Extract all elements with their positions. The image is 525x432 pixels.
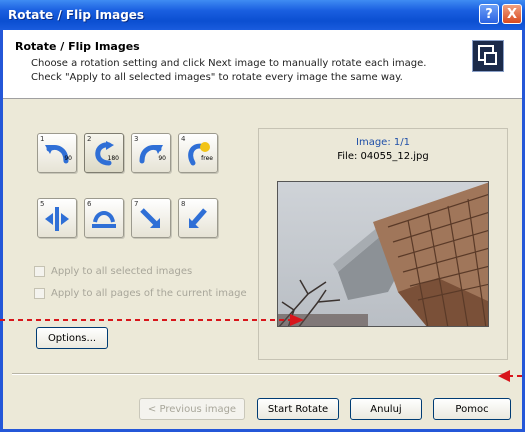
rotate-right-90-icon xyxy=(139,145,163,164)
flip-antidiagonal-button[interactable]: 8 xyxy=(178,198,218,238)
annotation-arrow-right-edge xyxy=(498,370,525,382)
rotate-free-button[interactable]: 4 free xyxy=(178,133,218,173)
header-panel: Rotate / Flip Images Choose a rotation s… xyxy=(3,30,522,99)
window-title: Rotate / Flip Images xyxy=(8,8,145,22)
image-counter: Image: 1/1 xyxy=(356,137,410,148)
apply-all-selected-checkbox-row[interactable]: Apply to all selected images xyxy=(34,266,192,277)
help-title-button[interactable]: ? xyxy=(479,4,499,24)
close-button[interactable]: X xyxy=(502,4,522,24)
flip-diagonal-icon xyxy=(140,208,160,228)
flip-horizontal-icon xyxy=(45,207,69,231)
cancel-button[interactable]: Anuluj xyxy=(350,398,422,420)
header-title: Rotate / Flip Images xyxy=(15,40,140,53)
rotation-degree-label: 90 xyxy=(64,155,72,162)
previous-image-button[interactable]: < Previous image xyxy=(139,398,245,420)
apply-all-pages-checkbox[interactable] xyxy=(34,288,45,299)
image-filename: File: 04055_12.jpg xyxy=(337,151,429,162)
header-description-line2: Check "Apply to all selected images" to … xyxy=(31,72,403,83)
start-rotate-button[interactable]: Start Rotate xyxy=(257,398,339,420)
flip-vertical-icon xyxy=(92,211,116,228)
apply-all-selected-checkbox[interactable] xyxy=(34,266,45,277)
rotate-left-90-button[interactable]: 1 90 xyxy=(37,133,77,173)
flip-horizontal-button[interactable]: 5 xyxy=(37,198,77,238)
rotate-180-icon xyxy=(95,141,114,166)
rotation-degree-label: 90 xyxy=(158,155,166,162)
rotation-degree-label: 180 xyxy=(107,155,119,162)
annotation-arrow-to-preview xyxy=(0,314,304,326)
rotation-degree-label: free xyxy=(201,155,213,162)
help-button[interactable]: Pomoc xyxy=(433,398,511,420)
rotate-free-icon xyxy=(188,142,210,166)
rotate-180-button[interactable]: 2 180 xyxy=(84,133,124,173)
flip-diagonal-button[interactable]: 7 xyxy=(131,198,171,238)
rotate-flip-logo-icon xyxy=(472,40,504,72)
apply-all-pages-label: Apply to all pages of the current image xyxy=(51,288,247,299)
title-bar[interactable]: Rotate / Flip Images ? X xyxy=(0,0,525,30)
flip-antidiagonal-icon xyxy=(189,208,207,228)
options-button[interactable]: Options... xyxy=(36,327,108,349)
apply-all-pages-checkbox-row[interactable]: Apply to all pages of the current image xyxy=(34,288,247,299)
image-preview xyxy=(277,181,489,327)
rotate-left-90-icon xyxy=(45,145,69,164)
header-description-line1: Choose a rotation setting and click Next… xyxy=(31,58,427,69)
rotate-right-90-button[interactable]: 3 90 xyxy=(131,133,171,173)
footer-divider xyxy=(12,373,510,375)
apply-all-selected-label: Apply to all selected images xyxy=(51,266,193,277)
flip-vertical-button[interactable]: 6 xyxy=(84,198,124,238)
